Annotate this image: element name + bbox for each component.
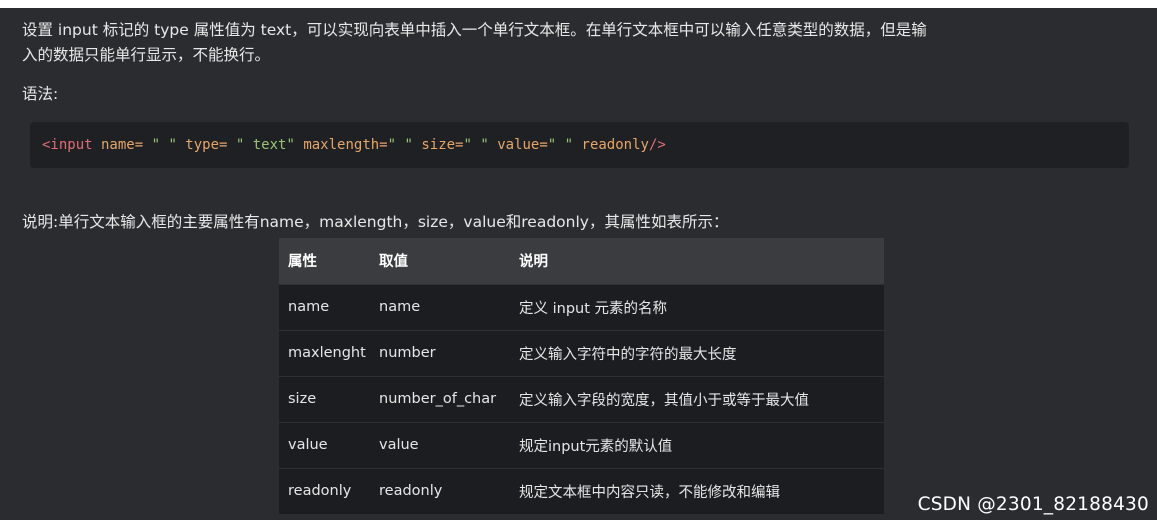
cell-value: name xyxy=(370,283,510,330)
code-tag-open: <input xyxy=(42,137,93,153)
cell-description: 定义输入字符中的字符的最大长度 xyxy=(510,329,884,376)
cell-description: 定义输入字段的宽度，其值小于或等于最大值 xyxy=(510,375,884,422)
cell-value: readonly xyxy=(370,467,510,514)
intro-line-1: 设置 input 标记的 type 属性值为 text，可以实现向表单中插入一个… xyxy=(22,21,927,39)
code-val-size: " " xyxy=(463,137,489,153)
cell-attribute: size xyxy=(279,375,370,422)
cell-attribute: readonly xyxy=(279,467,370,514)
code-attr-type: type= xyxy=(176,137,228,153)
code-block: <input name= " " type= " text" maxlength… xyxy=(30,122,1129,168)
description-paragraph: 说明:单行文本输入框的主要属性有name，maxlength，size，valu… xyxy=(22,213,729,231)
header-description: 说明 xyxy=(510,238,884,284)
code-attr-maxlength: maxlength= xyxy=(294,137,388,153)
cell-value: number xyxy=(370,329,510,376)
table-row: value value 规定input元素的默认值 xyxy=(279,421,884,468)
code-attr-value: value= xyxy=(488,137,548,153)
csdn-watermark: CSDN @2301_82188430 xyxy=(917,494,1149,515)
table-row: name name 定义 input 元素的名称 xyxy=(279,283,884,330)
cell-attribute: maxlenght xyxy=(279,329,370,376)
intro-paragraph: 设置 input 标记的 type 属性值为 text，可以实现向表单中插入一个… xyxy=(22,18,1137,68)
header-attribute: 属性 xyxy=(279,238,370,284)
cell-description: 规定文本框中内容只读，不能修改和编辑 xyxy=(510,467,884,514)
table-header-row: 属性 取值 说明 xyxy=(279,238,884,284)
code-attr-name: name= xyxy=(92,137,144,153)
code-val-name: " " xyxy=(143,137,177,153)
cell-attribute: name xyxy=(279,283,370,330)
code-val-type: " text" xyxy=(227,137,295,153)
header-value: 取值 xyxy=(370,238,510,284)
cell-description: 定义 input 元素的名称 xyxy=(510,283,884,330)
cell-value: number_of_char xyxy=(370,375,510,422)
code-attr-readonly: readonly xyxy=(573,137,649,153)
table-row: readonly readonly 规定文本框中内容只读，不能修改和编辑 xyxy=(279,467,884,514)
code-val-maxlength: " " xyxy=(387,137,413,153)
article-page: 设置 input 标记的 type 属性值为 text，可以实现向表单中插入一个… xyxy=(0,0,1157,520)
intro-line-2: 入的数据只能单行显示，不能换行。 xyxy=(22,46,271,64)
code-tag-close: /> xyxy=(648,137,666,153)
cell-attribute: value xyxy=(279,421,370,468)
code-attr-size: size= xyxy=(412,137,464,153)
code-val-value: " " xyxy=(547,137,574,153)
cell-description: 规定input元素的默认值 xyxy=(510,421,884,468)
table-row: size number_of_char 定义输入字段的宽度，其值小于或等于最大值 xyxy=(279,375,884,422)
table-row: maxlenght number 定义输入字符中的字符的最大长度 xyxy=(279,329,884,376)
syntax-label: 语法: xyxy=(22,85,59,103)
cell-value: value xyxy=(370,421,510,468)
attributes-table: 属性 取值 说明 name name 定义 input 元素的名称 maxlen… xyxy=(279,238,884,514)
